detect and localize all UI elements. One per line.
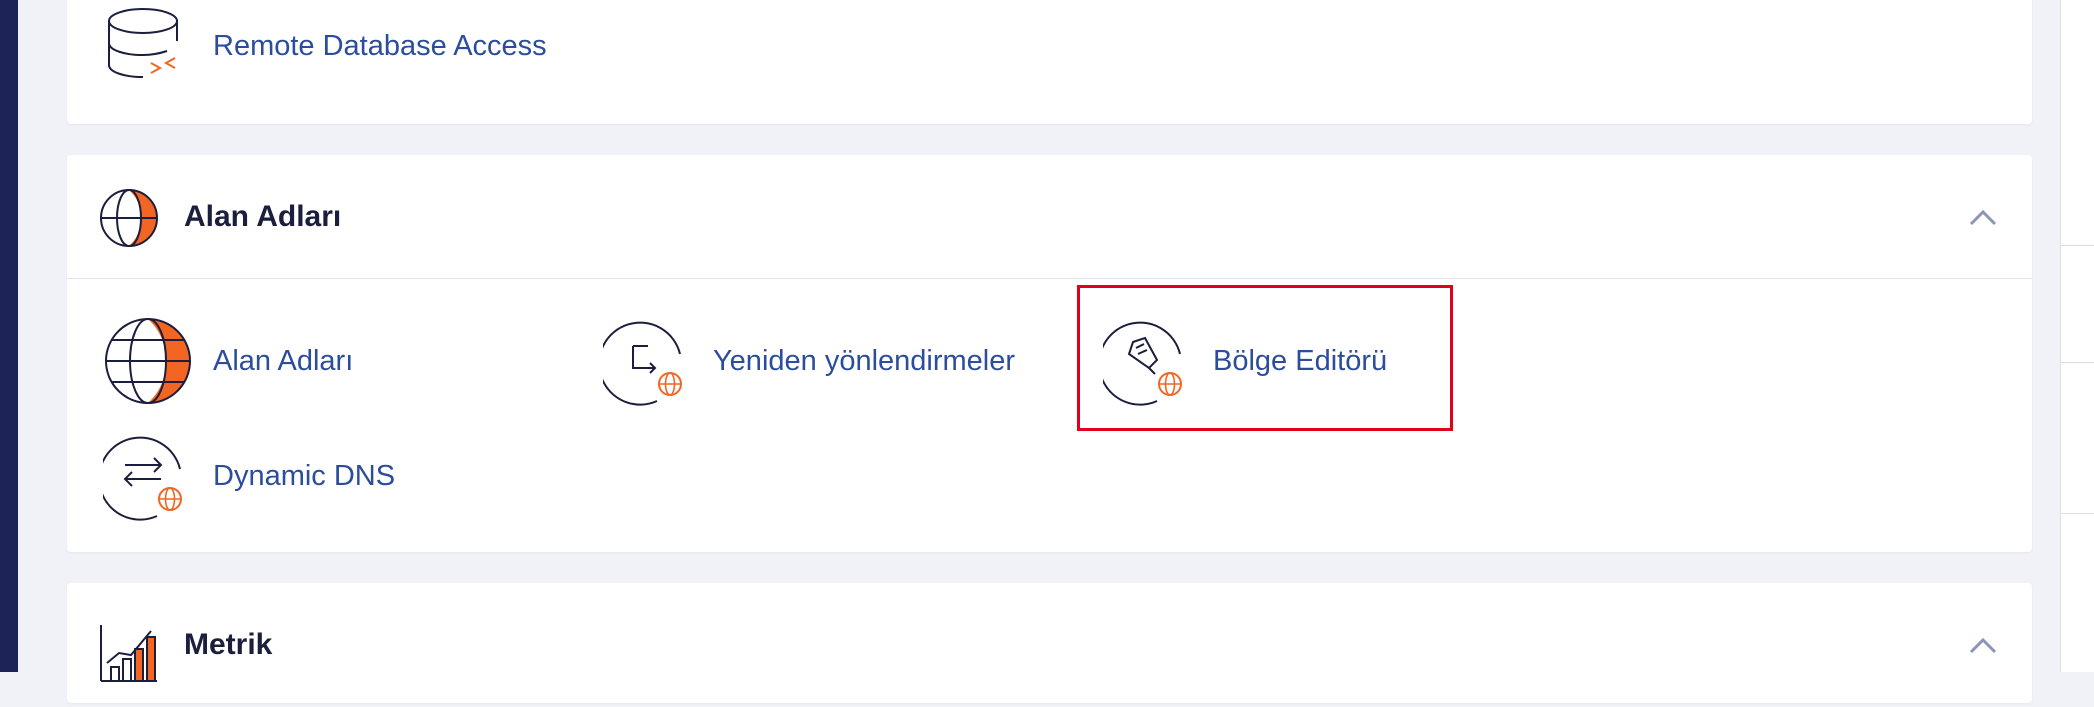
domains-label: Alan Adları xyxy=(213,345,354,377)
metrics-card-header[interactable]: Metrik xyxy=(67,583,2032,707)
chevron-up-icon[interactable] xyxy=(1968,205,1998,229)
domains-card-header[interactable]: Alan Adları xyxy=(67,155,2032,279)
highlight-box xyxy=(1077,285,1453,431)
globe-icon xyxy=(105,318,191,404)
domains-card: Alan Adları Alan Adları Yeniden yönlendi… xyxy=(67,155,2032,552)
database-remote-icon xyxy=(108,8,178,78)
remote-database-access-label: Remote Database Access xyxy=(213,30,547,62)
redirect-icon xyxy=(603,321,682,406)
chevron-up-icon[interactable] xyxy=(1968,633,1998,657)
dynamic-dns-label: Dynamic DNS xyxy=(213,460,396,492)
metrics-card: Metrik xyxy=(67,583,2032,703)
databases-card: Remote Database Access xyxy=(67,0,2032,124)
left-nav-strip xyxy=(0,0,18,672)
bar-chart-icon xyxy=(100,625,157,682)
dynamic-dns-icon xyxy=(103,436,182,521)
section-title-domains: Alan Adları xyxy=(184,200,342,233)
section-title-metrics: Metrik xyxy=(184,628,273,661)
redirects-label: Yeniden yönlendirmeler xyxy=(713,345,1016,377)
right-gutter xyxy=(2060,0,2094,672)
globe-icon xyxy=(100,189,158,247)
